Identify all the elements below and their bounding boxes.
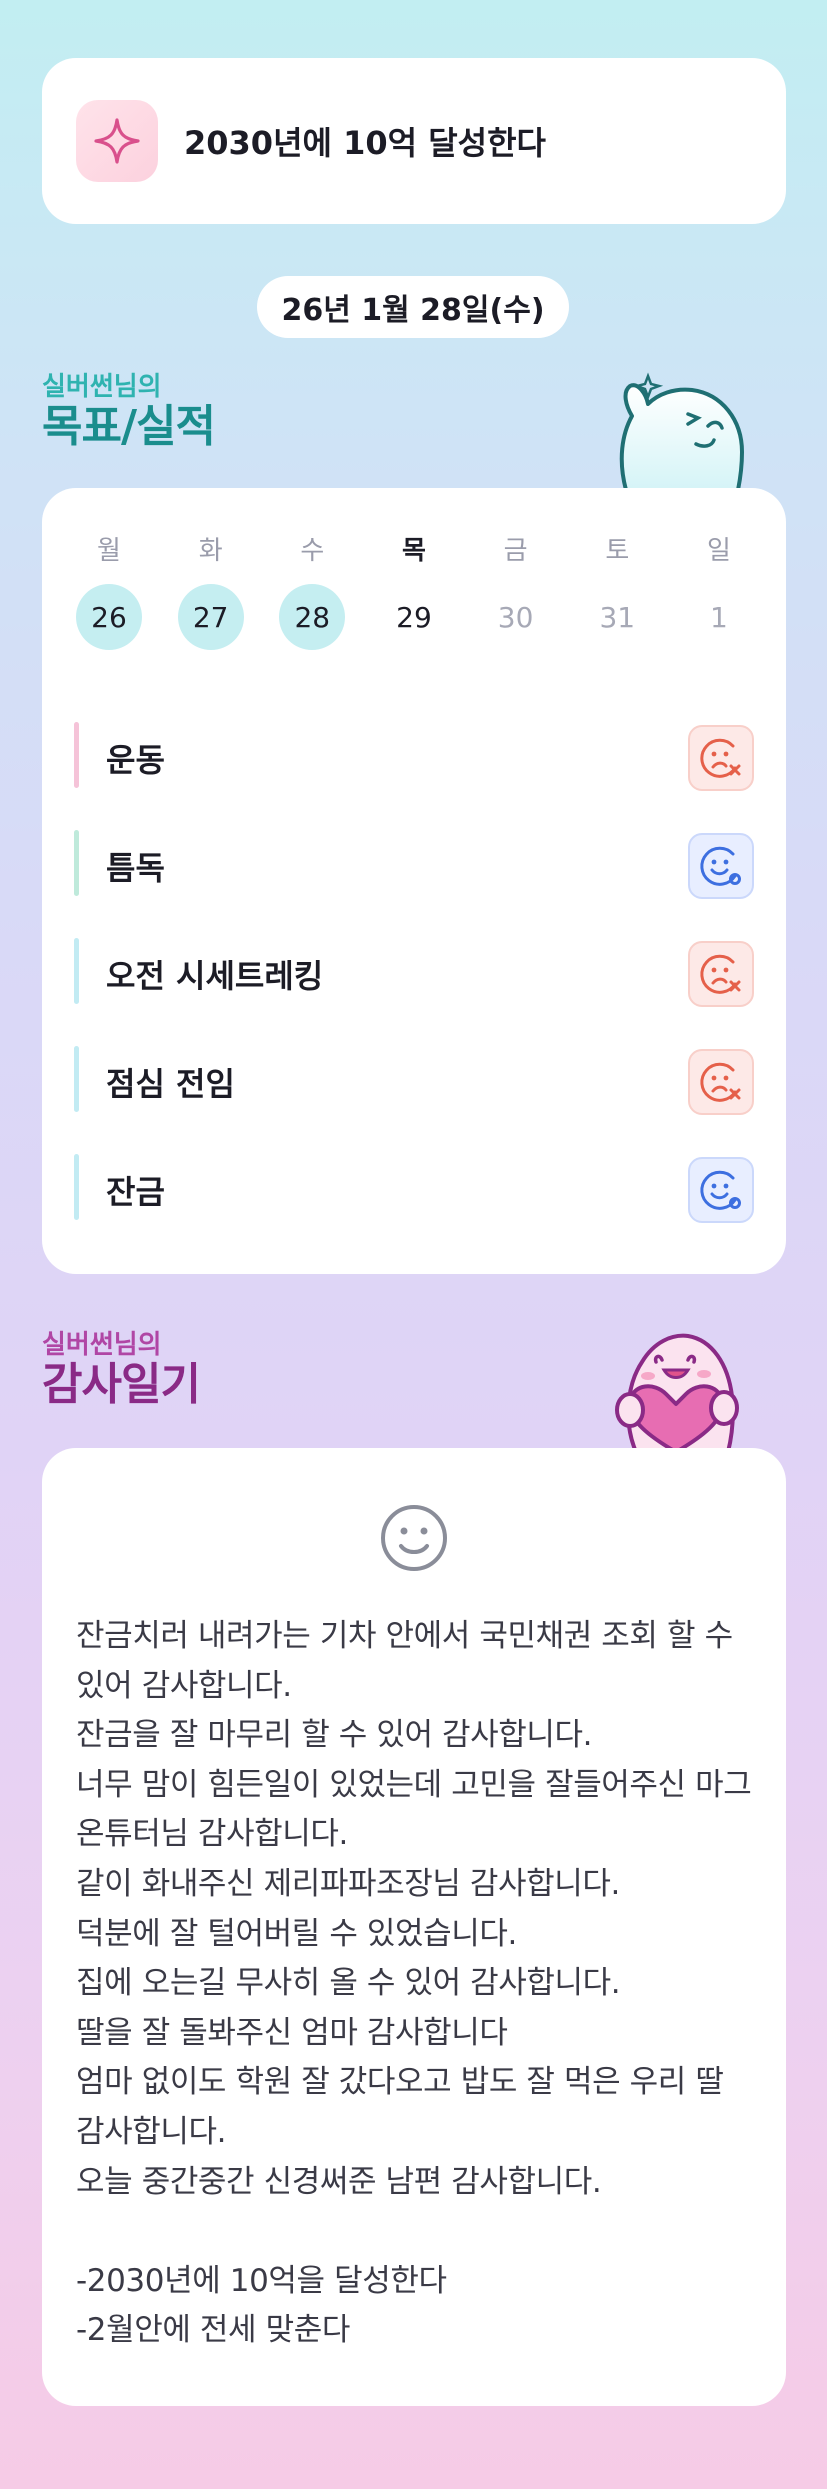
task-color-bar bbox=[74, 830, 79, 896]
day-number: 28 bbox=[279, 584, 346, 650]
thanks-section-title: 감사일기 bbox=[42, 1359, 201, 1410]
task-label: 틈독 bbox=[106, 849, 165, 887]
day-number: 1 bbox=[710, 600, 728, 634]
smile-face-ok-icon[interactable] bbox=[688, 1157, 754, 1223]
day-name: 화 bbox=[198, 536, 223, 566]
day-name: 월 bbox=[97, 536, 121, 566]
task-label: 잔금 bbox=[106, 1173, 165, 1211]
sad-face-fail-icon[interactable] bbox=[688, 941, 754, 1007]
day-sat[interactable]: 토 31 bbox=[584, 530, 650, 650]
thanks-diary-card[interactable]: 잔금치러 내려가는 기차 안에서 국민채권 조회 할 수 있어 감사합니다. 잔… bbox=[42, 1448, 786, 2406]
sad-face-fail-icon[interactable] bbox=[688, 1049, 754, 1115]
task-label: 점심 전임 bbox=[106, 1065, 235, 1103]
task-color-bar bbox=[74, 722, 79, 788]
task-color-bar bbox=[74, 1046, 79, 1112]
day-thu[interactable]: 목 29 bbox=[381, 530, 447, 650]
task-list: 운동 틈독 오전 시세트레킹 점심 전임 잔금 bbox=[74, 704, 754, 1244]
week-strip: 월 26 화 27 수 28 목 29 금 30 토 31 일 1 bbox=[76, 530, 752, 650]
goals-section-header: 실버썬님의 목표/실적 bbox=[42, 372, 216, 452]
task-color-bar bbox=[74, 1154, 79, 1220]
smile-face-ok-icon[interactable] bbox=[688, 833, 754, 899]
goal-tracker-card: 월 26 화 27 수 28 목 29 금 30 토 31 일 1 운동 틈독 … bbox=[42, 488, 786, 1274]
sad-face-fail-icon[interactable] bbox=[688, 725, 754, 791]
diary-text: 잔금치러 내려가는 기차 안에서 국민채권 조회 할 수 있어 감사합니다. 잔… bbox=[76, 1618, 752, 2349]
task-color-bar bbox=[74, 938, 79, 1004]
smile-face-icon bbox=[378, 1502, 450, 1578]
task-row[interactable]: 오전 시세트레킹 bbox=[74, 920, 754, 1028]
waving-mascot-icon bbox=[596, 364, 756, 494]
day-number: 30 bbox=[497, 600, 534, 634]
goal-card[interactable]: 2030년에 10억 달성한다 bbox=[42, 58, 786, 224]
day-name: 목 bbox=[402, 536, 426, 566]
goals-section-title: 목표/실적 bbox=[42, 401, 216, 452]
task-row[interactable]: 틈독 bbox=[74, 812, 754, 920]
thanks-section-subtitle: 실버썬님의 bbox=[42, 1330, 162, 1360]
goals-section-subtitle: 실버썬님의 bbox=[42, 372, 162, 402]
task-row[interactable]: 운동 bbox=[74, 704, 754, 812]
task-label: 운동 bbox=[106, 741, 165, 779]
date-pill[interactable]: 26년 1월 28일(수) bbox=[257, 276, 569, 338]
day-number: 29 bbox=[396, 600, 432, 634]
day-wed[interactable]: 수 28 bbox=[279, 530, 346, 650]
day-sun[interactable]: 일 1 bbox=[686, 530, 752, 650]
task-row[interactable]: 잔금 bbox=[74, 1136, 754, 1244]
goal-text: 2030년에 10억 달성한다 bbox=[184, 124, 546, 162]
task-row[interactable]: 점심 전임 bbox=[74, 1028, 754, 1136]
day-name: 수 bbox=[300, 536, 325, 566]
heart-mascot-icon bbox=[596, 1320, 756, 1456]
day-number: 26 bbox=[76, 584, 142, 650]
day-name: 토 bbox=[605, 536, 630, 566]
day-number: 31 bbox=[599, 600, 636, 634]
day-number: 27 bbox=[177, 584, 244, 650]
day-tue[interactable]: 화 27 bbox=[177, 530, 244, 650]
task-label: 오전 시세트레킹 bbox=[106, 957, 324, 995]
day-name: 금 bbox=[503, 536, 528, 566]
thanks-section-header: 실버썬님의 감사일기 bbox=[42, 1330, 201, 1410]
day-name: 일 bbox=[706, 536, 731, 566]
day-fri[interactable]: 금 30 bbox=[483, 530, 549, 650]
sparkle-icon bbox=[76, 100, 158, 182]
day-mon[interactable]: 월 26 bbox=[76, 530, 142, 650]
